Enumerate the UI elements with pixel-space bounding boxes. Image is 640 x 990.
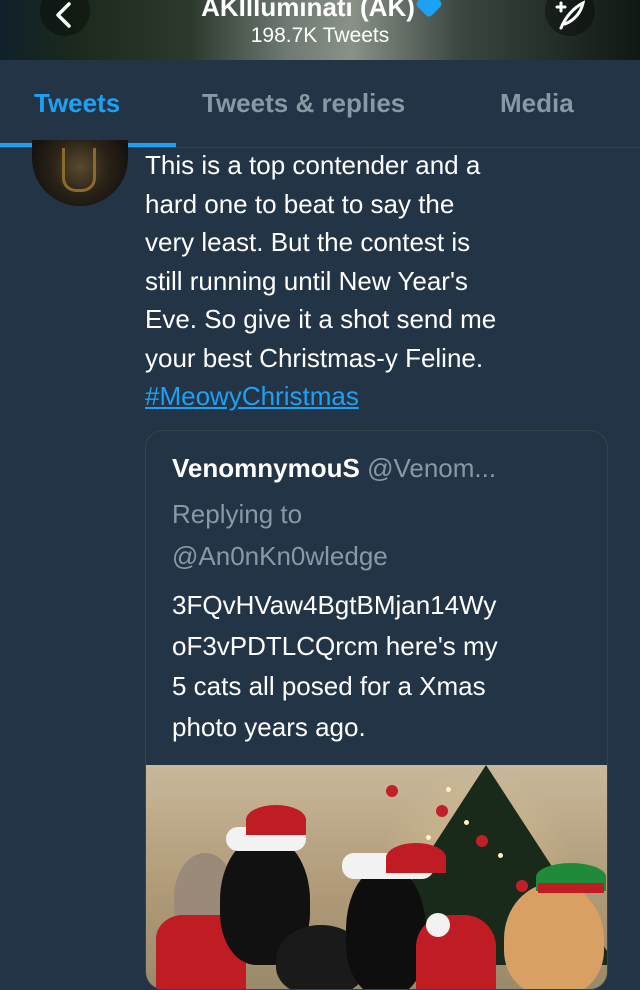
avatar-figure: [62, 148, 96, 192]
quoted-tweet-card[interactable]: VenomnymouS @Venom... Replying to @An0nK…: [145, 430, 608, 990]
tab-media[interactable]: Media: [500, 88, 574, 119]
quoted-tweet-body: 3FQvHVaw4BgtBMjan14Wy oF3vPDTLCQrcm here…: [172, 585, 592, 747]
ornament: [386, 785, 398, 797]
tweet-line: Eve. So give it a shot send me: [145, 304, 497, 334]
ornament: [476, 835, 488, 847]
tweet-count: 198.7K Tweets: [250, 24, 390, 47]
santa-hat-pompom: [426, 913, 450, 937]
tree-light: [426, 835, 431, 840]
elf-hat-band: [538, 883, 604, 893]
quoted-line: photo years ago.: [172, 711, 366, 742]
tweet-line: very least. But the contest is: [145, 227, 471, 257]
tree-light: [446, 787, 451, 792]
quoted-author-handle: @Venom...: [367, 453, 497, 483]
tree-light: [464, 820, 469, 825]
profile-title: AKIlluminati (AK): [0, 0, 640, 23]
verified-badge-icon: [414, 0, 444, 19]
santa-hat: [246, 805, 306, 835]
quoted-tweet-photo[interactable]: [146, 765, 607, 989]
quoted-tweet-header: VenomnymouS @Venom...: [172, 453, 496, 484]
tweet-line: This is a top contender and a: [145, 150, 481, 180]
profile-name: AKIlluminati (AK): [201, 0, 415, 22]
tweet-line: your best Christmas-y Feline.: [145, 342, 484, 373]
quoted-line: 5 cats all posed for a Xmas: [172, 671, 486, 701]
profile-header: AKIlluminati (AK) 198.7K Tweets: [0, 0, 640, 60]
tab-tweets[interactable]: Tweets: [34, 88, 120, 119]
replying-to: Replying to @An0nKn0wledge: [172, 493, 388, 577]
tweet-line: hard one to beat to say the: [145, 188, 455, 219]
compose-feather-icon: [555, 0, 586, 30]
replying-to-handle[interactable]: @An0nKn0wledge: [172, 535, 388, 577]
replying-to-label: Replying to: [172, 499, 303, 529]
hashtag-link[interactable]: #MeowyChristmas: [145, 377, 615, 416]
tweet-body: This is a top contender and a hard one t…: [145, 146, 615, 416]
tree-light: [498, 853, 503, 858]
tab-tweets-and-replies[interactable]: Tweets & replies: [202, 88, 405, 119]
quoted-line: 3FQvHVaw4BgtBMjan14Wy: [172, 590, 497, 620]
quoted-author-name: VenomnymouS: [172, 453, 360, 483]
ornament: [516, 880, 528, 892]
santa-hat: [386, 843, 446, 873]
tweet-line: still running until New Year's: [145, 265, 468, 296]
ornament: [436, 805, 448, 817]
cat: [346, 865, 426, 989]
profile-tabs: Tweets Tweets & replies Media: [0, 60, 640, 148]
quoted-line: oF3vPDTLCQrcm here's my: [172, 630, 498, 661]
avatar[interactable]: [32, 140, 128, 206]
cat: [504, 883, 604, 989]
